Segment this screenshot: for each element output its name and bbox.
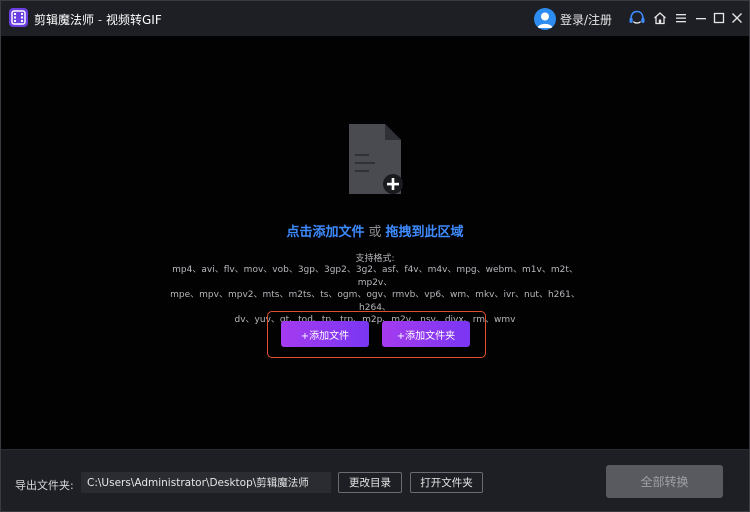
page-title: 视频转GIF xyxy=(105,13,162,27)
or-text: 或 xyxy=(368,225,382,240)
drag-here-text: 拖拽到此区域 xyxy=(385,225,464,240)
change-directory-button[interactable]: 更改目录 xyxy=(338,472,402,493)
output-folder-label: 导出文件夹: xyxy=(15,479,74,492)
minimize-icon[interactable] xyxy=(695,10,711,26)
app-window: 剪辑魔法师 - 视频转GIF 登录/注册 点击添加文件 或 拖拽到此区域 支持格… xyxy=(0,0,750,512)
supported-formats-label: 支持格式: xyxy=(355,254,395,264)
close-icon[interactable] xyxy=(731,10,747,26)
app-logo-icon xyxy=(9,8,28,27)
drop-hint: 点击添加文件或拖拽到此区域 xyxy=(1,221,749,240)
app-name: 剪辑魔法师 xyxy=(34,13,95,27)
window-title: 剪辑魔法师 - 视频转GIF xyxy=(34,11,162,28)
customer-service-icon[interactable] xyxy=(628,10,645,26)
home-icon[interactable] xyxy=(653,10,669,26)
output-path-field[interactable] xyxy=(81,472,331,493)
file-drop-zone[interactable]: 点击添加文件或拖拽到此区域 支持格式: mp4、avi、flv、mov、vob、… xyxy=(1,36,749,446)
menu-icon[interactable] xyxy=(675,10,691,26)
user-avatar-icon[interactable] xyxy=(534,8,556,30)
maximize-icon[interactable] xyxy=(713,10,729,26)
title-separator: - xyxy=(94,13,106,27)
convert-all-button[interactable]: 全部转换 xyxy=(606,465,723,498)
login-register-link[interactable]: 登录/注册 xyxy=(560,11,612,28)
add-folder-button[interactable]: +添加文件夹 xyxy=(382,321,470,347)
add-file-button[interactable]: +添加文件 xyxy=(281,321,369,347)
open-folder-button[interactable]: 打开文件夹 xyxy=(410,472,483,493)
formats-line: mp4、avi、flv、mov、vob、3gp、3gp2、3g2、asf、f4v… xyxy=(172,265,578,288)
bottom-bar: 导出文件夹: 更改目录 打开文件夹 全部转换 xyxy=(1,449,749,511)
click-add-file-link[interactable]: 点击添加文件 xyxy=(286,225,364,240)
title-bar: 剪辑魔法师 - 视频转GIF 登录/注册 xyxy=(1,1,749,36)
add-file-document-icon[interactable] xyxy=(347,124,405,200)
